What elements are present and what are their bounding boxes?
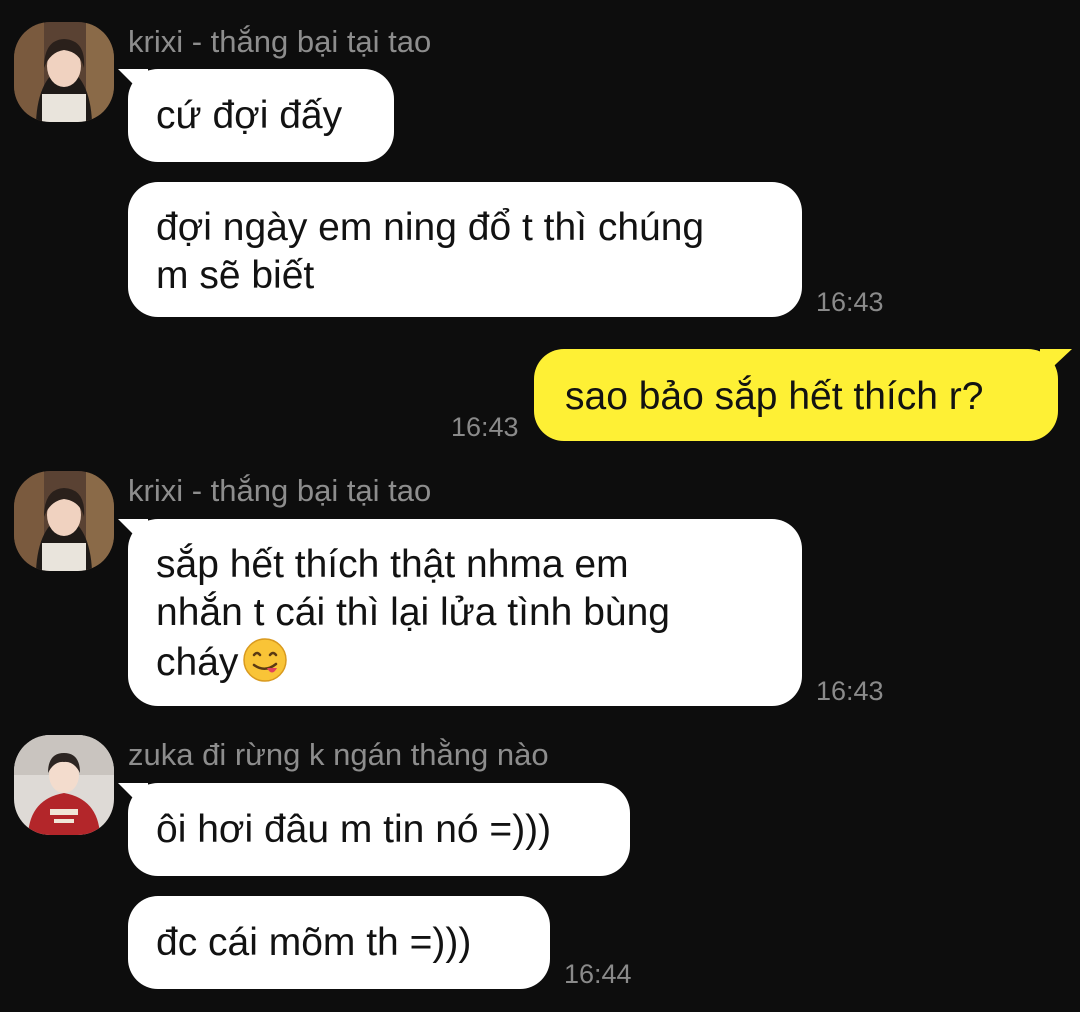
- sender-name: zuka đi rừng k ngán thằng nào: [128, 737, 549, 772]
- message-bubble[interactable]: đc cái mõm th =))): [128, 896, 550, 989]
- chat-thread: krixi - thắng bại tại tao cứ đợi đấy đợi…: [0, 0, 1080, 1012]
- message-bubble[interactable]: ôi hơi đâu m tin nó =))): [128, 783, 630, 876]
- message-bubble[interactable]: cứ đợi đấy: [128, 69, 394, 162]
- outgoing-message-bubble[interactable]: sao bảo sắp hết thích r?: [534, 349, 1058, 441]
- message-text: đc cái mõm th =))): [156, 921, 472, 964]
- message-bubble[interactable]: đợi ngày em ning đổ t thì chúng m sẽ biế…: [128, 182, 802, 317]
- message-text: ôi hơi đâu m tin nó =))): [156, 808, 552, 851]
- avatar-zuka[interactable]: [14, 735, 114, 835]
- face-savoring-food-emoji: [242, 637, 288, 683]
- message-text: sao bảo sắp hết thích r?: [565, 375, 984, 418]
- avatar-krixi[interactable]: [14, 22, 114, 122]
- sender-name: krixi - thắng bại tại tao: [128, 24, 432, 59]
- sender-name: krixi - thắng bại tại tao: [128, 473, 432, 508]
- message-timestamp: 16:43: [816, 287, 884, 317]
- message-text: đợi ngày em ning đổ t thì chúng m sẽ biế…: [156, 206, 705, 297]
- message-bubble[interactable]: sắp hết thích thật nhma em nhắn t cái th…: [128, 519, 802, 706]
- message-text: sắp hết thích thật nhma em nhắn t cái th…: [156, 543, 670, 684]
- message-text: cứ đợi đấy: [156, 94, 343, 137]
- avatar-krixi[interactable]: [14, 471, 114, 571]
- message-timestamp: 16:44: [564, 959, 632, 989]
- message-timestamp: 16:43: [816, 676, 884, 706]
- message-timestamp: 16:43: [451, 412, 519, 442]
